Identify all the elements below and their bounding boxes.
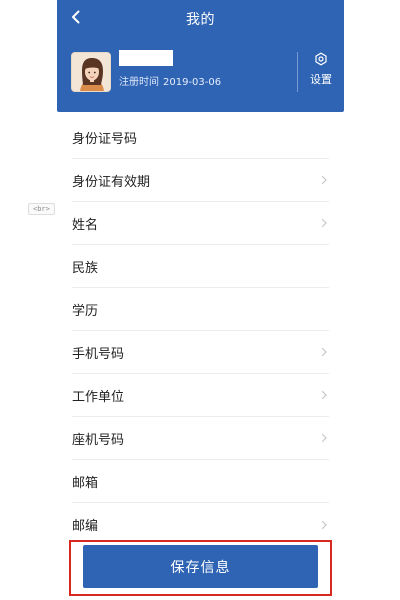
- gear-icon: [315, 52, 327, 66]
- chevron-right-icon: [321, 218, 327, 228]
- chevron-right-icon: [321, 520, 327, 529]
- form-row-name[interactable]: 姓名: [72, 202, 329, 245]
- row-label: 座机号码: [72, 432, 125, 448]
- chevron-right-icon: [321, 175, 327, 185]
- settings-divider: [297, 52, 298, 92]
- chevron-right-icon: [321, 390, 327, 400]
- form-row-employer[interactable]: 工作单位: [72, 374, 329, 417]
- save-info-button[interactable]: 保存信息: [83, 545, 318, 588]
- form-row-landline[interactable]: 座机号码: [72, 417, 329, 460]
- chevron-right-icon: [321, 347, 327, 357]
- br-tag-overlay: <br>: [28, 203, 55, 215]
- row-label: 学历: [72, 303, 99, 319]
- profile-header: 我的 注册时间 2019-03-06 设置: [57, 0, 344, 112]
- form-row-ethnicity[interactable]: 民族: [72, 245, 329, 288]
- settings-label: 设置: [310, 73, 332, 86]
- row-label: 邮箱: [72, 475, 99, 491]
- row-label: 手机号码: [72, 346, 125, 362]
- row-label: 姓名: [72, 217, 99, 233]
- avatar-woman-icon: [72, 53, 110, 91]
- row-label: 邮编: [72, 519, 99, 534]
- registration-time: 注册时间 2019-03-06: [119, 73, 221, 88]
- row-label: 民族: [72, 260, 99, 276]
- chevron-right-icon: [321, 433, 327, 443]
- page-title: 我的: [186, 12, 215, 28]
- username-placeholder: [119, 50, 173, 66]
- registration-label: 注册时间: [119, 77, 159, 88]
- avatar[interactable]: [71, 52, 111, 92]
- form-row-id-validity[interactable]: 身份证有效期: [72, 159, 329, 202]
- form-row-education[interactable]: 学历: [72, 288, 329, 331]
- row-label: 工作单位: [72, 389, 125, 405]
- row-label: 身份证有效期: [72, 174, 151, 190]
- form-row-id-number[interactable]: 身份证号码: [72, 116, 329, 159]
- row-label: 身份证号码: [72, 131, 138, 147]
- registration-date: 2019-03-06: [163, 77, 222, 88]
- form-row-mobile[interactable]: 手机号码: [72, 331, 329, 374]
- phone-screen: 我的 注册时间 2019-03-06 设置 身份证号码 身份证有效期 姓名 民族…: [57, 0, 344, 600]
- settings-button[interactable]: 设置: [306, 52, 336, 90]
- profile-form: 身份证号码 身份证有效期 姓名 民族 学历 手机号码 工作单位 座机号码 邮箱 …: [57, 112, 344, 600]
- form-row-email[interactable]: 邮箱: [72, 460, 329, 503]
